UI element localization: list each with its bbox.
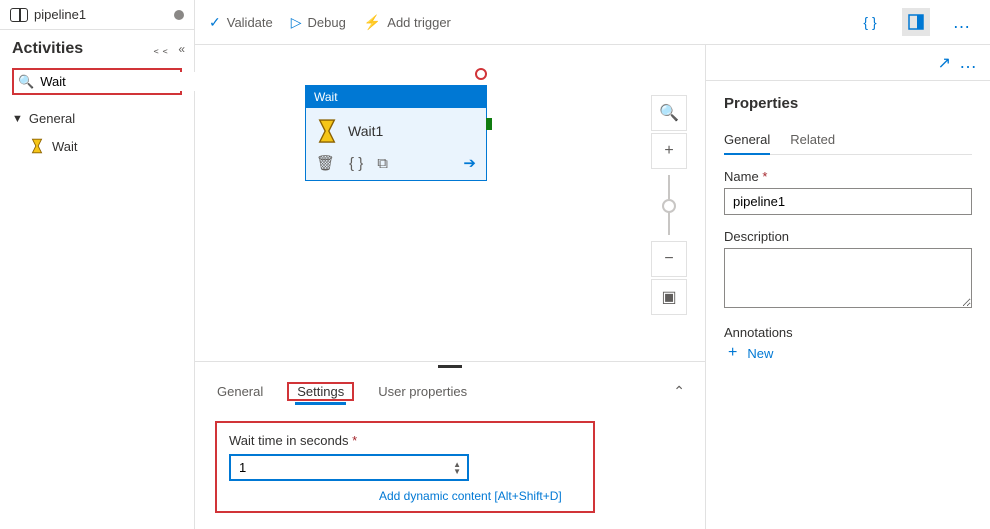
zoom-search-button[interactable]: 🔍 [651, 95, 687, 131]
name-label-text: Name [724, 169, 759, 184]
check-icon: ✓ [209, 14, 221, 31]
left-panel: pipeline1 Activities ﹤﹤ « 🔍 ▼ General Wa… [0, 0, 195, 529]
bottom-panel: General Settings User properties ⌃ Wait … [195, 361, 705, 529]
collapse-left-icon[interactable]: « [178, 42, 182, 56]
prop-tab-related[interactable]: Related [790, 126, 835, 154]
activities-search-input[interactable] [38, 72, 218, 91]
new-label: New [747, 346, 773, 361]
debug-button[interactable]: ▷ Debug [291, 14, 346, 31]
search-icon: 🔍 [18, 74, 34, 90]
annotations-label: Annotations [724, 325, 972, 340]
breakpoint-icon[interactable] [475, 68, 487, 80]
activities-heading: Activities [12, 40, 144, 58]
validate-label: Validate [227, 15, 273, 30]
arrow-out-icon[interactable]: ➔ [463, 154, 476, 172]
properties-icon [908, 14, 924, 30]
code-view-button[interactable]: { } [856, 8, 884, 36]
name-group: Name * [724, 169, 972, 215]
pipeline-tab[interactable]: pipeline1 [0, 0, 194, 30]
pipeline-toolbar: ✓ Validate ▷ Debug ⚡ Add trigger { } … [195, 0, 990, 45]
validate-button[interactable]: ✓ Validate [209, 14, 273, 31]
tab-settings[interactable]: Settings [295, 378, 346, 405]
node-name: Wait1 [348, 123, 383, 139]
node-actions: 🗑 { } ⧉ ➔ [306, 150, 486, 180]
tab-settings-highlight: Settings [287, 382, 354, 401]
lightning-icon: ⚡ [364, 14, 381, 31]
tab-general[interactable]: General [215, 378, 265, 405]
properties-tabs: General Related [724, 126, 972, 155]
copy-icon[interactable]: ⧉ [377, 155, 388, 172]
collapse-bottom-icon[interactable]: ⌃ [673, 383, 685, 400]
unsaved-indicator [174, 10, 184, 20]
settings-content: Wait time in seconds * ▲▼ Add dynamic co… [195, 411, 705, 529]
step-down-icon[interactable]: ▼ [453, 468, 461, 475]
main-column: ✓ Validate ▷ Debug ⚡ Add trigger { } … [195, 0, 990, 529]
node-header: Wait [306, 86, 486, 108]
properties-title: Properties [724, 95, 972, 112]
tab-user-properties[interactable]: User properties [376, 378, 469, 405]
properties-toggle-button[interactable] [902, 8, 930, 36]
more-icon[interactable]: … [959, 52, 978, 73]
properties-body: Properties General Related Name * Descri… [706, 81, 990, 390]
bottom-tabs: General Settings User properties ⌃ [195, 372, 705, 411]
zoom-in-button[interactable]: + [651, 133, 687, 169]
required-star: * [762, 169, 767, 184]
annotations-group: Annotations + New [724, 325, 972, 362]
add-dynamic-content-link[interactable]: Add dynamic content [Alt+Shift+D] [379, 489, 581, 503]
add-trigger-label: Add trigger [387, 15, 451, 30]
wait-time-input-wrap[interactable]: ▲▼ [229, 454, 469, 481]
play-icon: ▷ [291, 14, 302, 31]
hourglass-icon [316, 118, 338, 144]
canvas-column: Wait Wait1 🗑 { } ⧉ [195, 45, 705, 529]
zoom-knob[interactable] [662, 199, 676, 213]
resize-handle[interactable] [195, 362, 705, 372]
code-icon[interactable]: { } [349, 155, 363, 172]
debug-label: Debug [308, 15, 346, 30]
zoom-fit-button[interactable]: ▣ [651, 279, 687, 315]
activities-tree: ▼ General Wait [0, 103, 194, 162]
add-annotation-button[interactable]: + New [728, 344, 972, 362]
add-trigger-button[interactable]: ⚡ Add trigger [364, 14, 451, 31]
success-connector[interactable] [486, 118, 492, 130]
activities-header: Activities ﹤﹤ « [0, 30, 194, 66]
name-input[interactable] [724, 188, 972, 215]
activities-search[interactable]: 🔍 [12, 68, 182, 95]
tree-group-label: General [29, 111, 75, 126]
plus-icon: + [728, 344, 737, 362]
chevron-down-icon: ▼ [12, 113, 23, 125]
activity-node-wait[interactable]: Wait Wait1 🗑 { } ⧉ [305, 85, 487, 181]
zoom-slider[interactable] [668, 175, 670, 235]
delete-icon[interactable]: 🗑 [316, 154, 335, 172]
zoom-controls: 🔍 + − ▣ [651, 95, 687, 315]
hourglass-icon [30, 138, 44, 154]
prop-tab-general[interactable]: General [724, 126, 770, 155]
expand-icon[interactable]: ↗ [938, 53, 951, 73]
tab-title: pipeline1 [34, 7, 168, 22]
pipeline-icon [10, 8, 28, 22]
panel-header-actions: ↗ … [706, 45, 990, 81]
tree-item-wait[interactable]: Wait [10, 132, 184, 160]
node-body: Wait1 [306, 108, 486, 150]
stepper[interactable]: ▲▼ [453, 461, 461, 475]
canvas[interactable]: Wait Wait1 🗑 { } ⧉ [195, 45, 705, 361]
wait-time-label-text: Wait time in seconds [229, 433, 348, 448]
more-actions-button[interactable]: … [948, 8, 976, 36]
collapse-down-icon[interactable]: ﹤﹤ [150, 41, 168, 58]
wait-time-label: Wait time in seconds * [229, 433, 581, 448]
wait-time-group: Wait time in seconds * ▲▼ Add dynamic co… [215, 421, 595, 513]
description-input[interactable] [724, 248, 972, 308]
description-label: Description [724, 229, 972, 244]
required-star: * [352, 433, 357, 448]
properties-panel: ↗ … Properties General Related Name * De… [705, 45, 990, 529]
wait-time-input[interactable] [237, 458, 453, 477]
name-label: Name * [724, 169, 972, 184]
description-group: Description [724, 229, 972, 311]
tree-group-general[interactable]: ▼ General [10, 105, 184, 132]
zoom-out-button[interactable]: − [651, 241, 687, 277]
tree-item-label: Wait [52, 139, 78, 154]
